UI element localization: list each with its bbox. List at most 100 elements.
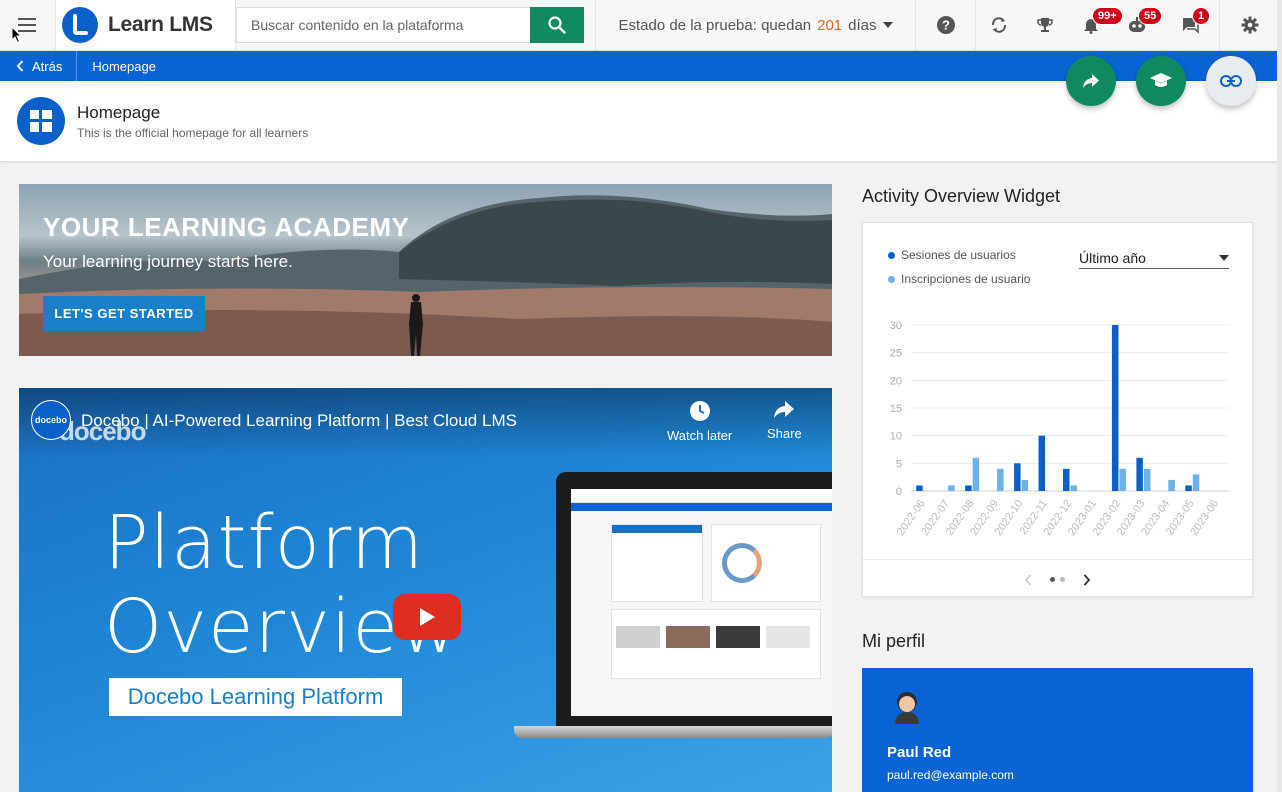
- bar-enrollments: [1070, 485, 1077, 491]
- share-arrow-icon: [774, 401, 795, 418]
- messages-button[interactable]: 55: [1114, 0, 1163, 50]
- search-icon: [548, 16, 566, 34]
- trial-prefix: Estado de la prueba: quedan: [618, 16, 812, 34]
- link-icon: [1220, 75, 1242, 87]
- bar-sessions: [916, 485, 923, 491]
- profile-section-title: Mi perfil: [862, 631, 926, 651]
- y-tick-label: 5: [896, 458, 902, 470]
- y-tick-label: 30: [890, 320, 902, 332]
- period-select[interactable]: Último año: [1079, 247, 1229, 269]
- settings-button[interactable]: [1220, 0, 1280, 50]
- banner-title: YOUR LEARNING ACADEMY: [43, 212, 410, 242]
- chat-badge: 1: [1192, 7, 1211, 25]
- search-button[interactable]: [530, 7, 584, 43]
- chart-pager: [863, 559, 1252, 599]
- app-logo[interactable]: Learn LMS: [56, 0, 236, 50]
- clock-icon: [689, 401, 710, 421]
- profile-name: Paul Red: [887, 744, 952, 761]
- search-area: Buscar contenido en la plataforma: [236, 0, 596, 50]
- trophy-icon: [1037, 18, 1053, 32]
- sync-icon: [991, 17, 1007, 33]
- trial-status-dropdown[interactable]: Estado de la prueba: quedan 201 días: [596, 0, 916, 50]
- get-started-button[interactable]: LET'S GET STARTED: [43, 296, 205, 331]
- activity-bar-chart: 0510152025302022-062022-072022-082022-09…: [890, 320, 1229, 538]
- share-video-button[interactable]: Share: [767, 400, 802, 441]
- top-bar: Learn LMS Buscar contenido en la platafo…: [0, 0, 1282, 51]
- pager-dots: [1050, 577, 1065, 582]
- profile-email: paul.red@example.com: [887, 768, 1014, 782]
- channel-logo[interactable]: docebo: [31, 400, 71, 440]
- video-title[interactable]: Docebo | AI-Powered Learning Platform | …: [81, 411, 517, 431]
- legend-enrollments: Inscripciones de usuario: [888, 272, 1030, 286]
- activity-widget-title: Activity Overview Widget: [862, 186, 1061, 206]
- y-tick-label: 20: [890, 375, 902, 387]
- hero-banner: YOUR LEARNING ACADEMY Your learning jour…: [19, 184, 832, 356]
- y-tick-label: 10: [890, 431, 902, 443]
- messages-badge: 55: [1138, 7, 1163, 25]
- legend-enrollments-label: Inscripciones de usuario: [901, 272, 1031, 286]
- y-tick-label: 25: [890, 348, 902, 360]
- notifications-button[interactable]: 99+: [1068, 0, 1123, 50]
- video-player[interactable]: docebo docebo Docebo | AI-Powered Learni…: [19, 388, 832, 792]
- caret-down-icon: [882, 22, 893, 28]
- profile-card[interactable]: Paul Red paul.red@example.com: [862, 668, 1253, 792]
- video-big-title-line1: Platform: [104, 500, 425, 586]
- bar-enrollments: [1021, 479, 1029, 491]
- achievements-button[interactable]: [1022, 0, 1068, 50]
- bar-sessions: [1185, 485, 1192, 491]
- search-input[interactable]: Buscar contenido en la plataforma: [236, 7, 531, 43]
- gear-icon: [1241, 16, 1259, 34]
- chevron-left-icon[interactable]: [1024, 573, 1032, 586]
- legend-sessions: Sesiones de usuarios: [888, 248, 1016, 262]
- trial-suffix: días: [848, 16, 877, 34]
- legend-sessions-label: Sesiones de usuarios: [901, 248, 1016, 262]
- graduation-cap-icon: [1150, 73, 1172, 87]
- bar-enrollments: [997, 468, 1004, 491]
- svg-text:?: ?: [942, 18, 950, 33]
- breadcrumb-current: Homepage: [92, 58, 156, 74]
- share-page-button[interactable]: [1066, 56, 1116, 106]
- legend-sessions-swatch: [888, 251, 895, 259]
- trial-days: 201: [817, 16, 843, 34]
- laptop-screen-mockup: [571, 489, 832, 716]
- app-name: Learn LMS: [108, 13, 213, 36]
- bar-sessions: [1038, 435, 1046, 491]
- back-label: Atrás: [32, 58, 63, 74]
- sync-button[interactable]: [976, 0, 1022, 50]
- help-button[interactable]: ?: [916, 0, 976, 50]
- chat-button[interactable]: 1: [1160, 0, 1220, 50]
- video-subtitle-box: Docebo Learning Platform: [109, 678, 402, 716]
- page-subtitle: This is the official homepage for all le…: [77, 126, 309, 140]
- page-scrollbar[interactable]: [1277, 0, 1282, 792]
- logo-icon: [62, 7, 98, 43]
- watch-later-button[interactable]: Watch later: [667, 400, 732, 443]
- play-icon: [420, 608, 435, 626]
- back-button[interactable]: Atrás: [0, 51, 78, 81]
- bar-sessions: [965, 485, 972, 491]
- share-arrow-icon: [1083, 74, 1099, 88]
- hamburger-menu-button[interactable]: [0, 0, 56, 50]
- mouse-cursor-icon: [11, 26, 23, 44]
- y-tick-label: 0: [896, 486, 902, 498]
- bar-sessions: [1014, 463, 1021, 491]
- period-select-value: Último año: [1079, 249, 1146, 266]
- chevron-right-icon[interactable]: [1083, 573, 1091, 586]
- dashboard-icon: [17, 97, 65, 145]
- bar-sessions: [1063, 468, 1070, 491]
- learning-button[interactable]: [1136, 56, 1186, 106]
- legend-enrollments-swatch: [888, 275, 895, 283]
- activity-widget-card: Sesiones de usuarios Inscripciones de us…: [862, 222, 1253, 597]
- laptop-image: [556, 472, 832, 734]
- bar-enrollments: [1192, 474, 1200, 491]
- play-button[interactable]: [393, 594, 461, 640]
- bar-enrollments: [948, 485, 955, 491]
- avatar: [895, 692, 919, 724]
- copy-link-button[interactable]: [1206, 56, 1256, 106]
- bar-enrollments: [972, 457, 980, 491]
- bar-sessions: [1111, 325, 1119, 491]
- y-tick-label: 15: [890, 403, 902, 415]
- banner-subtitle: Your learning journey starts here.: [43, 252, 293, 271]
- help-icon: ?: [936, 16, 955, 34]
- bar-sessions: [1136, 457, 1143, 491]
- chevron-left-icon: [16, 60, 24, 72]
